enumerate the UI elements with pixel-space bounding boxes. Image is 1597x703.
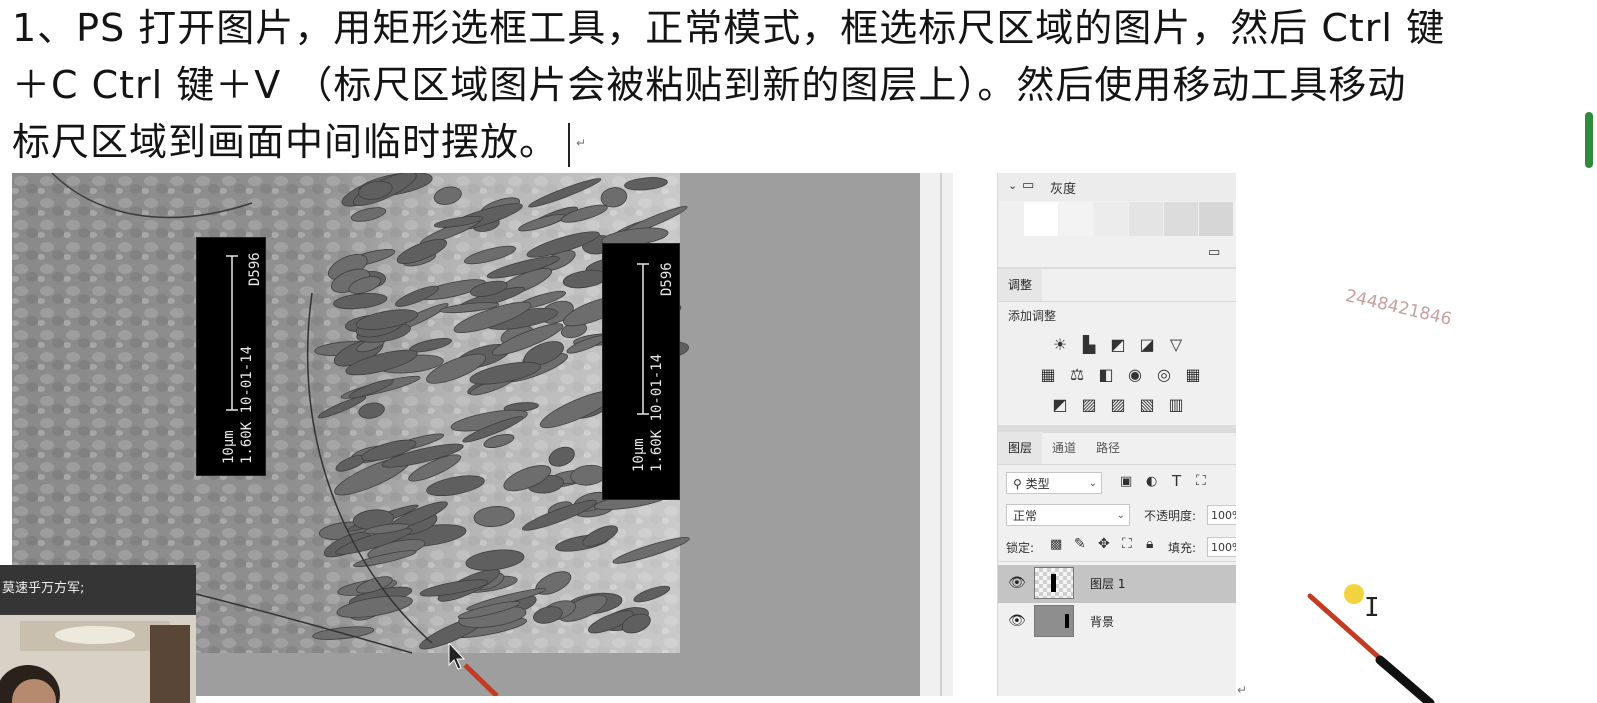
chevron-down-icon: ⌄ bbox=[1088, 478, 1097, 489]
panel-divider bbox=[940, 173, 942, 696]
scale-length-label: 10μm bbox=[221, 430, 237, 464]
layer-thumbnail bbox=[1034, 567, 1074, 599]
lock-pixels-brush-icon[interactable]: ✎ bbox=[1074, 536, 1086, 552]
layer-filter-dropdown[interactable]: ⚲ 类型 ⌄ bbox=[1006, 472, 1102, 494]
vertical-scrollbar-thumb[interactable] bbox=[1585, 112, 1593, 168]
pointer-highlight bbox=[1344, 584, 1364, 604]
paragraph-mark: ↵ bbox=[1237, 683, 1248, 697]
adjustment-icon[interactable]: ▽ bbox=[1166, 335, 1186, 355]
shape-filter-icon[interactable]: ⛶ bbox=[1196, 473, 1206, 489]
opacity-label: 不透明度: bbox=[1144, 509, 1197, 523]
eye-visibility-icon[interactable]: 👁︎ bbox=[1008, 613, 1026, 629]
adjustment-icon[interactable]: ▧ bbox=[1137, 395, 1157, 415]
adjustment-icon[interactable]: ▦ bbox=[1183, 365, 1203, 385]
lock-label: 锁定: bbox=[1006, 541, 1035, 555]
mouse-pointer-icon bbox=[448, 643, 499, 696]
eye-visibility-icon[interactable]: 👁︎ bbox=[1008, 575, 1026, 591]
adjustment-icon[interactable]: ▙ bbox=[1079, 335, 1099, 355]
swatch[interactable] bbox=[1059, 202, 1093, 236]
doc-text-3: 标尺区域到画面中间临时摆放。 bbox=[12, 120, 559, 164]
swatch-row bbox=[998, 202, 1236, 238]
photoshop-panels: ⌄ ▭ 灰度 ▭ 调整 添加调整 ☀ ▙ ◩ ◪ ▽ ▦ ⚖ ◧ ◉ ◎ ▦ ◩ ▨ ▨ ▧ ▥ 图层 通… bbox=[997, 173, 1236, 696]
fill-input[interactable]: 100% bbox=[1207, 537, 1236, 557]
folder-icon: ▭ bbox=[1022, 178, 1035, 193]
webcam-video bbox=[0, 615, 196, 703]
scale-bar-right: 10μm 1.60K 10-01-14 D596 bbox=[602, 243, 680, 500]
chevron-down-icon: ⌄ bbox=[1116, 510, 1125, 521]
paragraph-mark: ↵ bbox=[576, 135, 588, 150]
type-filter-icon[interactable]: T bbox=[1172, 472, 1181, 490]
adjustment-icons-row: ◩ ▨ ▨ ▧ ▥ bbox=[1050, 395, 1236, 415]
scale-bar-left: 10μm 1.60K 10-01-14 D596 bbox=[196, 237, 266, 476]
adjustment-icon[interactable]: ◪ bbox=[1137, 335, 1157, 355]
thumbnail-ruler-mark bbox=[1065, 614, 1069, 628]
blend-mode-value: 正常 bbox=[1013, 509, 1038, 523]
doc-line-3: 标尺区域到画面中间临时摆放。 ↵ bbox=[12, 118, 587, 167]
panel-separator bbox=[998, 301, 1236, 302]
scale-length-label: 10μm bbox=[631, 438, 647, 472]
adjustment-icon[interactable]: ▨ bbox=[1079, 395, 1099, 415]
adjustment-icon[interactable]: ⚖ bbox=[1067, 365, 1087, 385]
lock-artboard-icon[interactable]: ⛶ bbox=[1122, 536, 1132, 552]
adjustment-icon[interactable]: ◉ bbox=[1125, 365, 1145, 385]
layer-row-layer1[interactable]: 👁︎ 图层 1 bbox=[998, 565, 1236, 603]
fill-label: 填充: bbox=[1168, 541, 1197, 555]
swatch[interactable] bbox=[1199, 202, 1233, 236]
scale-meta-label: 1.60K 10-01-14 bbox=[239, 345, 255, 464]
layer-row-background[interactable]: 👁︎ 背景 bbox=[998, 603, 1236, 641]
layer-name[interactable]: 背景 bbox=[1090, 613, 1114, 630]
doc-line-1: 1、PS 打开图片，用矩形选框工具，正常模式，框选标尺区域的图片，然后 Ctrl… bbox=[12, 4, 1445, 52]
doc-text-2: ＋C Ctrl 键＋V （标尺区域图片会被粘贴到新的图层上）。然后使用移动工具移… bbox=[12, 63, 1407, 107]
swatch[interactable] bbox=[1024, 202, 1058, 236]
adjustment-icon[interactable]: ▨ bbox=[1108, 395, 1128, 415]
tab-channels[interactable]: 通道 bbox=[1042, 432, 1086, 464]
scale-code-label: D596 bbox=[659, 262, 675, 296]
adjustment-icons-row: ☀ ▙ ◩ ◪ ▽ bbox=[1050, 335, 1236, 355]
swatch-group-header[interactable]: ⌄ ▭ 灰度 bbox=[998, 173, 1236, 201]
adjustment-icon[interactable]: ▥ bbox=[1166, 395, 1186, 415]
blend-mode-dropdown[interactable]: 正常 ⌄ bbox=[1006, 504, 1130, 526]
swatch[interactable] bbox=[1129, 202, 1163, 236]
text-caret bbox=[568, 122, 571, 167]
webcam-caption: 莫速乎万方军; bbox=[0, 565, 196, 613]
text-cursor-icon: I bbox=[1364, 593, 1380, 623]
scale-code-label: D596 bbox=[247, 252, 263, 286]
lock-position-move-icon[interactable]: ✥ bbox=[1098, 536, 1110, 552]
panel-separator bbox=[998, 561, 1236, 562]
doc-text-1: 1、PS 打开图片，用矩形选框工具，正常模式，框选标尺区域的图片，然后 Ctrl… bbox=[12, 6, 1446, 50]
chevron-down-icon[interactable]: ⌄ bbox=[1008, 179, 1017, 192]
layer-name[interactable]: 图层 1 bbox=[1090, 575, 1125, 592]
lock-all-icon[interactable]: 🔒︎ bbox=[1146, 536, 1153, 552]
adjustment-icon[interactable]: ◩ bbox=[1050, 395, 1070, 415]
filter-kind-value: 类型 bbox=[1025, 477, 1050, 491]
adjustment-icon[interactable]: ▦ bbox=[1038, 365, 1058, 385]
layer-thumbnail bbox=[1034, 605, 1074, 637]
swatch[interactable] bbox=[1094, 202, 1128, 236]
swatch[interactable] bbox=[1164, 202, 1198, 236]
add-adjustment-label: 添加调整 bbox=[1008, 309, 1057, 323]
adjustment-icon[interactable]: ◧ bbox=[1096, 365, 1116, 385]
pixel-filter-icon[interactable]: ▣ bbox=[1120, 474, 1132, 489]
adjustment-icon[interactable]: ◎ bbox=[1154, 365, 1174, 385]
search-icon: ⚲ bbox=[1013, 477, 1022, 491]
tab-paths[interactable]: 路径 bbox=[1086, 432, 1130, 464]
panel-separator bbox=[998, 464, 1236, 465]
adjustment-icon[interactable]: ☀ bbox=[1050, 335, 1070, 355]
watermark-text: 2448421846 bbox=[1343, 286, 1454, 330]
thumbnail-ruler-mark bbox=[1051, 574, 1056, 592]
tab-adjustments[interactable]: 调整 bbox=[998, 269, 1043, 301]
adjustment-icon[interactable]: ◩ bbox=[1108, 335, 1128, 355]
adjustment-icons-row: ▦ ⚖ ◧ ◉ ◎ ▦ bbox=[1038, 365, 1236, 385]
lock-transparent-icon[interactable]: ▩ bbox=[1050, 537, 1062, 552]
opacity-input[interactable]: 100% bbox=[1207, 505, 1236, 525]
tab-layers[interactable]: 图层 bbox=[998, 432, 1043, 464]
swatch-group-name: 灰度 bbox=[1050, 182, 1077, 197]
webcam-overlay: 莫速乎万方军; bbox=[0, 565, 196, 703]
adjustment-filter-icon[interactable]: ◐ bbox=[1146, 474, 1157, 489]
new-folder-icon[interactable]: ▭ bbox=[1208, 245, 1220, 260]
doc-line-2: ＋C Ctrl 键＋V （标尺区域图片会被粘贴到新的图层上）。然后使用移动工具移… bbox=[12, 61, 1406, 109]
canvas-gutter bbox=[920, 173, 953, 696]
scale-meta-label: 1.60K 10-01-14 bbox=[649, 353, 665, 472]
